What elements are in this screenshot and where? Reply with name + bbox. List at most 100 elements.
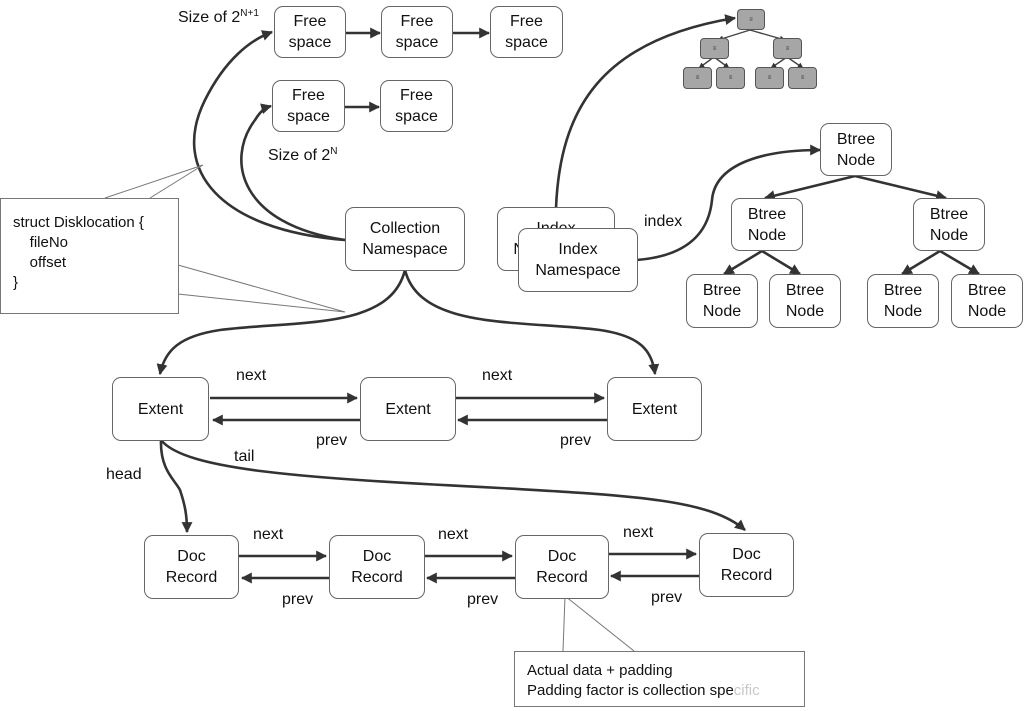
node-line1: Doc: [177, 548, 206, 565]
free-small-size-label: Size of 2N: [268, 146, 338, 165]
extent-prev-label: prev: [560, 432, 592, 449]
extent-node[interactable]: Extent: [360, 377, 456, 441]
node-line2: Record: [536, 569, 588, 586]
node-line1: Index: [558, 241, 598, 258]
node-line1: Btree: [836, 130, 876, 148]
tail-label: tail: [234, 448, 255, 465]
callout-line: Actual data + padding: [527, 662, 673, 679]
callout-line: offset: [13, 254, 67, 271]
doc-next-label: next: [623, 524, 654, 541]
mini-tree-node: ≡: [683, 67, 712, 89]
size-exponent: N: [330, 146, 338, 157]
padding-callout: Actual data + padding Padding factor is …: [514, 651, 805, 707]
doc-record-node[interactable]: Doc Record: [329, 535, 425, 599]
btree-node[interactable]: Btree Node: [951, 274, 1023, 328]
node-line1: Free: [400, 87, 433, 104]
node-glyph: ≡: [800, 75, 805, 81]
btree-root-node[interactable]: Btree Node: [820, 123, 892, 176]
node-line1: Free: [293, 13, 327, 30]
node-line2: Node: [836, 151, 876, 169]
node-line2: Node: [747, 226, 787, 244]
doc-record-node[interactable]: Doc Record: [515, 535, 609, 599]
extent-node[interactable]: Extent: [607, 377, 702, 441]
doc-prev-label: prev: [282, 591, 314, 608]
node-line2: Node: [785, 303, 825, 320]
node-line1: Btree: [883, 282, 923, 299]
size-prefix: Size of 2: [268, 147, 331, 164]
node-line2: Namespace: [362, 241, 448, 258]
doc-next-label: next: [253, 526, 284, 543]
callout-line: struct Disklocation {: [13, 214, 144, 231]
node-label: Extent: [631, 400, 678, 418]
struct-disklocation-callout: struct Disklocation { fileNo offset }: [0, 198, 179, 314]
callout-line: fileNo: [13, 234, 69, 251]
doc-prev-label: prev: [651, 589, 683, 606]
node-line1: Btree: [967, 282, 1007, 299]
btree-edge: [901, 249, 941, 276]
node-label: Extent: [385, 400, 431, 418]
size-exponent: N+1: [240, 8, 259, 19]
node-line2: space: [505, 34, 548, 51]
mini-tree-node: ≡: [700, 38, 729, 59]
size-prefix: Size of 2: [178, 9, 241, 26]
node-line1: Btree: [747, 205, 787, 223]
extent-next-label: next: [236, 367, 267, 384]
collection-to-extent-1-arrow: [156, 269, 407, 376]
node-line1: Btree: [929, 205, 969, 223]
free-space-node[interactable]: Free space: [381, 6, 453, 58]
collection-namespace-node[interactable]: Collection Namespace: [345, 207, 465, 271]
node-line2: Namespace: [535, 262, 621, 279]
node-line2: Record: [720, 567, 773, 584]
node-line2: Node: [883, 303, 923, 320]
doc-record-node[interactable]: Doc Record: [144, 535, 239, 599]
mini-tree-node: ≡: [773, 38, 802, 59]
node-line2: space: [395, 108, 438, 125]
free-space-node[interactable]: Free space: [380, 80, 453, 132]
doc-prev-label: prev: [467, 591, 499, 608]
mini-tree-node: ≡: [716, 67, 745, 89]
callout-line: Padding factor is collection specific: [527, 681, 804, 701]
node-glyph: ≡: [767, 75, 772, 81]
node-line1: Doc: [732, 546, 761, 563]
btree-node[interactable]: Btree Node: [686, 274, 758, 328]
free-space-node[interactable]: Free space: [490, 6, 563, 58]
btree-edge: [763, 174, 856, 201]
callout-text: Padding factor is collection spe: [527, 682, 734, 699]
btree-node[interactable]: Btree Node: [769, 274, 841, 328]
node-line1: Doc: [362, 548, 392, 565]
node-glyph: ≡: [749, 16, 753, 23]
node-line2: space: [287, 108, 330, 125]
index-namespace-node[interactable]: Index Namespace: [518, 228, 638, 292]
free-space-node[interactable]: Free space: [274, 6, 346, 58]
btree-edge: [723, 249, 763, 276]
btree-edge: [761, 249, 801, 276]
mini-tree-node: ≡: [737, 9, 765, 30]
callout-text-faded: cific: [733, 682, 760, 699]
collection-to-free-large-arrow: [192, 30, 346, 242]
head-label: head: [106, 466, 142, 483]
node-line2: space: [288, 34, 332, 51]
callout-line: }: [13, 274, 19, 291]
node-line2: Node: [967, 303, 1007, 320]
extent-prev-label: prev: [316, 432, 348, 449]
node-line2: Record: [165, 569, 218, 586]
node-line1: Btree: [702, 282, 742, 299]
extent-node[interactable]: Extent: [112, 377, 209, 441]
node-line2: Record: [351, 569, 403, 586]
node-label: Extent: [137, 400, 184, 418]
btree-node[interactable]: Btree Node: [867, 274, 939, 328]
btree-node[interactable]: Btree Node: [913, 198, 985, 251]
btree-edge: [854, 174, 948, 201]
btree-node[interactable]: Btree Node: [731, 198, 803, 251]
free-space-node[interactable]: Free space: [272, 80, 345, 132]
struct-callout-pointer-bottom: [177, 264, 346, 313]
connector-layer: [104, 14, 980, 652]
node-glyph: ≡: [695, 75, 700, 81]
btree-edge: [939, 249, 980, 276]
node-line2: Node: [702, 303, 742, 320]
extent-next-label: next: [482, 367, 513, 384]
struct-callout-pointer-top: [104, 164, 204, 199]
node-line1: Btree: [785, 282, 825, 299]
node-glyph: ≡: [785, 45, 790, 52]
doc-record-node[interactable]: Doc Record: [699, 533, 794, 597]
